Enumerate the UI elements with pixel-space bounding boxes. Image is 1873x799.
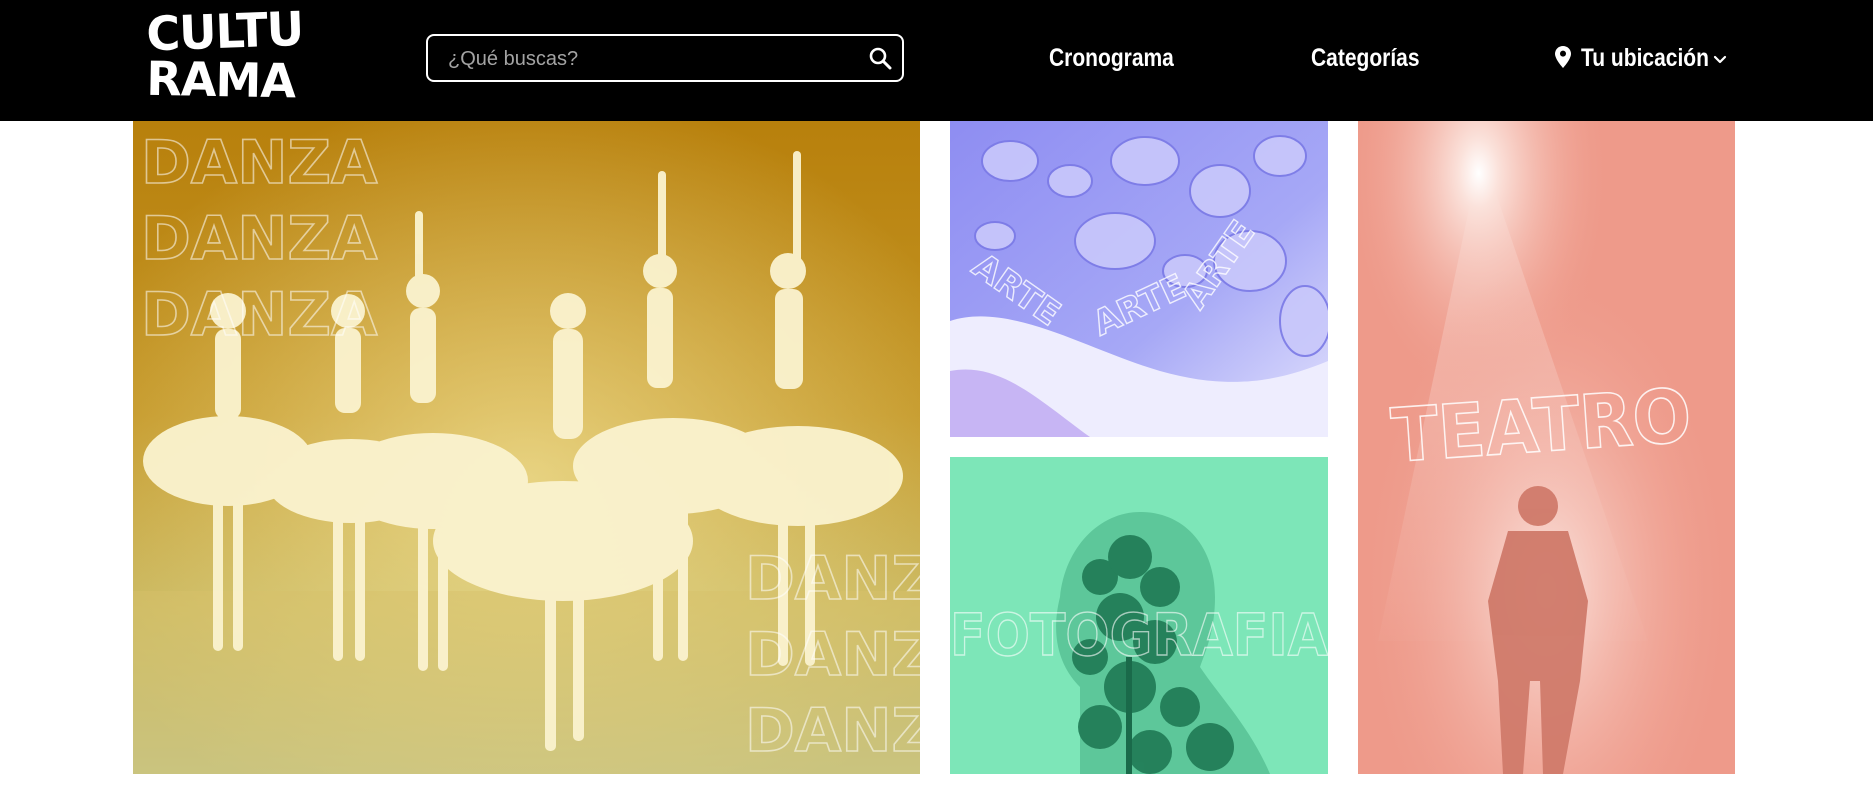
dance-image: DANZA DANZA DANZA DANZA DANZA DANZA — [133, 121, 920, 774]
svg-text:DANZA: DANZA — [141, 280, 378, 350]
logo-line-1: CULTU — [145, 1, 305, 63]
search-input[interactable] — [446, 36, 850, 82]
map-pin-icon — [1555, 46, 1571, 68]
culturama-logo[interactable]: CULTU RAMA — [145, 1, 305, 110]
logo-line-2: RAMA — [145, 51, 296, 110]
photography-outline-text: FOTOGRAFIA — [950, 600, 1328, 669]
svg-text:DANZA: DANZA — [745, 544, 920, 614]
svg-text:DANZA: DANZA — [745, 696, 920, 766]
svg-text:FOTOGRAFIA: FOTOGRAFIA — [950, 601, 1328, 669]
photography-image: FOTOGRAFIA — [950, 457, 1328, 774]
category-card-art[interactable]: ARTE ARTE ARTE — [950, 121, 1328, 437]
location-label: Tu ubicación — [1581, 44, 1709, 72]
theater-image: TEATRO — [1358, 121, 1735, 774]
chevron-down-icon — [1713, 55, 1727, 64]
search-icon[interactable] — [868, 46, 892, 70]
nav-link-categories[interactable]: Categorías — [1311, 40, 1420, 76]
category-card-theater[interactable]: TEATRO — [1358, 121, 1735, 774]
svg-text:DANZA: DANZA — [745, 620, 920, 690]
top-navigation-bar: CULTU RAMA Cronograma Categorías Tu ubic… — [0, 0, 1873, 121]
category-card-dance[interactable]: DANZA DANZA DANZA DANZA DANZA DANZA — [133, 121, 920, 774]
category-card-photography[interactable]: FOTOGRAFIA — [950, 457, 1328, 774]
svg-text:DANZA: DANZA — [141, 204, 378, 274]
svg-text:DANZA: DANZA — [141, 128, 378, 198]
nav-link-schedule[interactable]: Cronograma — [1049, 40, 1174, 76]
art-image: ARTE ARTE ARTE — [950, 121, 1328, 437]
search-box — [426, 34, 904, 82]
